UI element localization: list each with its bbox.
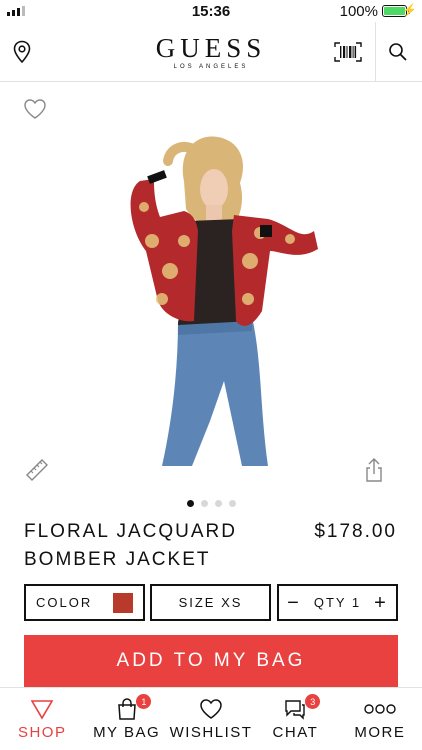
search-icon[interactable] bbox=[380, 34, 416, 70]
bag-icon bbox=[117, 698, 136, 720]
color-selector[interactable]: COLOR bbox=[24, 584, 145, 621]
gallery-pagination[interactable] bbox=[0, 500, 422, 507]
app-header: GUESS LOS ANGELES bbox=[0, 22, 422, 82]
color-swatch bbox=[113, 593, 133, 613]
tab-label: MORE bbox=[354, 724, 406, 741]
color-label: COLOR bbox=[36, 595, 93, 610]
chat-badge: 3 bbox=[305, 694, 321, 709]
tab-bar: SHOP 1 MY BAG WISHLIST 3 CHAT MORE bbox=[0, 687, 422, 750]
tab-chat[interactable]: 3 CHAT bbox=[253, 688, 337, 750]
more-icon bbox=[364, 704, 396, 714]
status-bar: 15:36 100% ⚡ bbox=[0, 0, 422, 22]
qty-increase-button[interactable]: + bbox=[372, 593, 390, 613]
size-label: SIZE XS bbox=[178, 595, 243, 610]
tab-label: SHOP bbox=[17, 724, 67, 741]
tab-more[interactable]: MORE bbox=[338, 688, 422, 750]
product-gallery[interactable] bbox=[0, 83, 422, 493]
quantity-stepper[interactable]: − QTY 1 + bbox=[277, 584, 398, 621]
heart-icon bbox=[200, 699, 222, 719]
bag-badge: 1 bbox=[136, 694, 152, 709]
chat-icon bbox=[285, 700, 306, 720]
tab-label: MY BAG bbox=[93, 724, 161, 741]
product-title: FLORAL JACQUARD BOMBER JACKET bbox=[24, 521, 237, 570]
shop-icon bbox=[30, 700, 54, 720]
size-selector[interactable]: SIZE XS bbox=[150, 584, 271, 621]
add-to-bag-button[interactable]: ADD TO MY BAG bbox=[24, 635, 398, 687]
gallery-dot[interactable] bbox=[214, 500, 222, 507]
gallery-dot[interactable] bbox=[228, 500, 236, 507]
add-to-wishlist-icon[interactable] bbox=[23, 98, 47, 125]
tab-my-bag[interactable]: 1 MY BAG bbox=[84, 688, 168, 750]
size-guide-icon[interactable] bbox=[24, 457, 50, 486]
header-divider bbox=[375, 22, 376, 82]
tab-wishlist[interactable]: WISHLIST bbox=[169, 688, 253, 750]
gallery-dot[interactable] bbox=[186, 500, 194, 507]
barcode-scan-icon[interactable] bbox=[330, 34, 366, 70]
share-icon[interactable] bbox=[364, 457, 384, 488]
gallery-dot[interactable] bbox=[200, 500, 208, 507]
tab-shop[interactable]: SHOP bbox=[0, 688, 84, 750]
product-image[interactable] bbox=[100, 121, 330, 471]
battery-percent: 100% bbox=[339, 3, 378, 20]
product-price: $178.00 bbox=[314, 521, 397, 542]
tab-label: WISHLIST bbox=[169, 724, 253, 741]
qty-decrease-button[interactable]: − bbox=[285, 593, 303, 613]
charging-icon: ⚡ bbox=[402, 3, 417, 17]
tab-label: CHAT bbox=[272, 724, 319, 741]
qty-label: QTY 1 bbox=[313, 595, 362, 610]
